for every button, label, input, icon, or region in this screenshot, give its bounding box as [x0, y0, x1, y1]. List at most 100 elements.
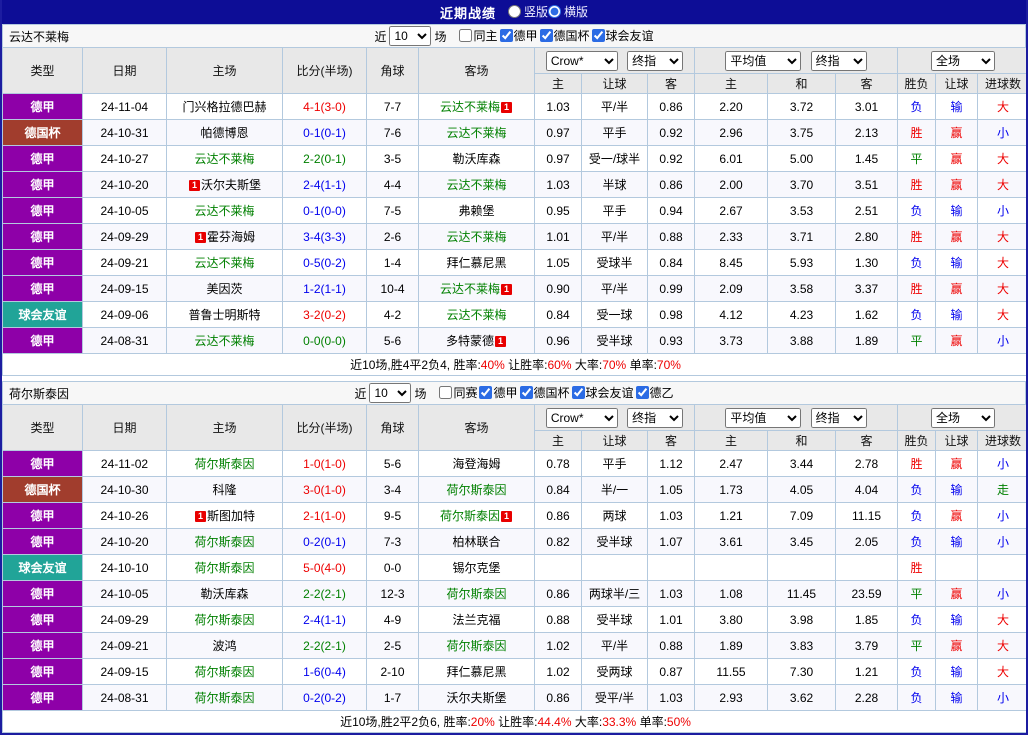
layout-radio[interactable] — [508, 5, 521, 18]
league-filter-checkbox[interactable] — [572, 386, 585, 399]
avg-home-cell: 1.21 — [695, 503, 768, 529]
avg-away-cell: 3.51 — [836, 172, 898, 198]
league-filter-checkbox[interactable] — [459, 29, 472, 42]
odds-away-cell: 0.98 — [648, 302, 695, 328]
league-filter[interactable]: 德甲 — [479, 384, 517, 401]
recent-count-select[interactable]: 10 — [369, 383, 411, 403]
handicap-cell: 平手 — [582, 198, 648, 224]
odds-home-cell: 1.01 — [535, 224, 582, 250]
odds-final-select[interactable]: 终指 — [627, 51, 683, 71]
result-goals-cell: 大 — [978, 146, 1028, 172]
summary-value: 70% — [657, 358, 681, 372]
result-goals-cell: 大 — [978, 172, 1028, 198]
result-handicap-cell: 输 — [936, 198, 978, 224]
result-wdl-cell: 胜 — [898, 120, 936, 146]
odds-source-select[interactable]: Crow* — [546, 408, 618, 428]
handicap-cell: 受半球 — [582, 607, 648, 633]
date-cell: 24-09-06 — [83, 302, 167, 328]
league-type-cell: 德甲 — [3, 451, 83, 477]
result-goals-cell: 大 — [978, 659, 1028, 685]
league-filter[interactable]: 同主 — [459, 27, 497, 44]
league-filter-checkbox[interactable] — [439, 386, 452, 399]
avg-draw-cell: 5.00 — [768, 146, 836, 172]
score-cell: 1-2(1-1) — [283, 276, 367, 302]
corner-cell: 2-10 — [367, 659, 419, 685]
odds-home-cell: 1.05 — [535, 250, 582, 276]
odds-home-cell: 0.88 — [535, 607, 582, 633]
summary-label: 单率: — [636, 715, 667, 729]
result-handicap-cell: 输 — [936, 685, 978, 711]
home-team-cell: 荷尔斯泰因 — [167, 555, 283, 581]
league-filter-checkbox[interactable] — [592, 29, 605, 42]
recent-count-select[interactable]: 10 — [389, 26, 431, 46]
avg-away-cell: 2.78 — [836, 451, 898, 477]
result-handicap-cell: 输 — [936, 529, 978, 555]
results-table: 类型 日期 主场 比分(半场) 角球 客场 Crow* 终指 平均值 终指 — [2, 404, 1028, 733]
date-cell: 24-10-20 — [83, 172, 167, 198]
result-wdl-cell: 负 — [898, 659, 936, 685]
avg-final-select[interactable]: 终指 — [811, 408, 867, 428]
fulltime-select[interactable]: 全场 — [931, 408, 995, 428]
odds-home-cell: 1.03 — [535, 172, 582, 198]
team-name: 荷尔斯泰因 — [194, 535, 254, 549]
league-filter-checkbox[interactable] — [540, 29, 553, 42]
away-team-cell: 荷尔斯泰因 — [419, 477, 535, 503]
avg-draw-cell: 7.09 — [768, 503, 836, 529]
red-card-badge: 1 — [501, 284, 512, 295]
col-header-corner: 角球 — [367, 405, 419, 451]
result-wdl-cell: 平 — [898, 633, 936, 659]
odds-final-select[interactable]: 终指 — [627, 408, 683, 428]
away-team-cell: 沃尔夫斯堡 — [419, 685, 535, 711]
col-header-result-wdl: 胜负 — [898, 431, 936, 451]
result-handicap-cell — [936, 555, 978, 581]
corner-cell: 3-4 — [367, 477, 419, 503]
near-label: 近 — [354, 385, 366, 402]
result-goals-cell: 大 — [978, 633, 1028, 659]
result-handicap-cell: 输 — [936, 659, 978, 685]
col-header-avg-away: 客 — [836, 74, 898, 94]
fulltime-select[interactable]: 全场 — [931, 51, 995, 71]
layout-option-vertical[interactable]: 竖版 — [508, 3, 548, 20]
team-name: 荷尔斯泰因 — [194, 561, 254, 575]
avg-source-header: 平均值 终指 — [695, 48, 898, 74]
avg-source-select[interactable]: 平均值 — [725, 408, 801, 428]
home-team-cell: 门兴格拉德巴赫 — [167, 94, 283, 120]
team-name: 云达不莱梅 — [446, 126, 506, 140]
league-filter[interactable]: 同赛 — [439, 384, 477, 401]
league-filter-checkbox[interactable] — [636, 386, 649, 399]
match-row: 德甲24-10-27云达不莱梅2-2(0-1)3-5勒沃库森0.97受一/球半0… — [3, 146, 1028, 172]
layout-radio[interactable] — [548, 5, 561, 18]
team-name: 普鲁士明斯特 — [188, 308, 260, 322]
league-filter[interactable]: 德国杯 — [520, 384, 570, 401]
avg-draw-cell: 3.88 — [768, 328, 836, 354]
fulltime-header: 全场 — [898, 405, 1028, 431]
avg-source-select[interactable]: 平均值 — [725, 51, 801, 71]
league-filter[interactable]: 球会友谊 — [592, 27, 654, 44]
layout-option-horizontal[interactable]: 横版 — [548, 3, 588, 20]
away-team-cell: 云达不莱梅 — [419, 172, 535, 198]
result-goals-cell: 大 — [978, 94, 1028, 120]
league-filter-checkbox[interactable] — [479, 386, 492, 399]
avg-final-select[interactable]: 终指 — [811, 51, 867, 71]
score-cell: 0-2(0-2) — [283, 685, 367, 711]
match-row: 德甲24-09-15美因茨1-2(1-1)10-4云达不莱梅10.90平/半0.… — [3, 276, 1028, 302]
score-cell: 3-0(1-0) — [283, 477, 367, 503]
summary-row: 近10场,胜4平2负4, 胜率:40% 让胜率:60% 大率:70% 单率:70… — [3, 354, 1028, 376]
avg-draw-cell: 3.75 — [768, 120, 836, 146]
layout-toggle-group: 竖版横版 — [508, 3, 588, 21]
team-name-heading: 云达不莱梅 — [9, 28, 69, 45]
team-section: 云达不莱梅 近 10 场 同主德甲德国杯球会友谊 类型 日 — [2, 24, 1026, 376]
avg-away-cell: 1.30 — [836, 250, 898, 276]
league-filter[interactable]: 德甲 — [500, 27, 538, 44]
league-filter[interactable]: 德国杯 — [540, 27, 590, 44]
summary-value: 40% — [481, 358, 505, 372]
league-filter-checkbox[interactable] — [500, 29, 513, 42]
league-filter[interactable]: 球会友谊 — [572, 384, 634, 401]
league-filter[interactable]: 德乙 — [636, 384, 674, 401]
score-cell: 1-6(0-4) — [283, 659, 367, 685]
match-row: 德国杯24-10-31帕德博恩0-1(0-1)7-6云达不莱梅0.97平手0.9… — [3, 120, 1028, 146]
odds-source-select[interactable]: Crow* — [546, 51, 618, 71]
date-cell: 24-09-15 — [83, 659, 167, 685]
avg-away-cell: 2.13 — [836, 120, 898, 146]
league-filter-checkbox[interactable] — [520, 386, 533, 399]
